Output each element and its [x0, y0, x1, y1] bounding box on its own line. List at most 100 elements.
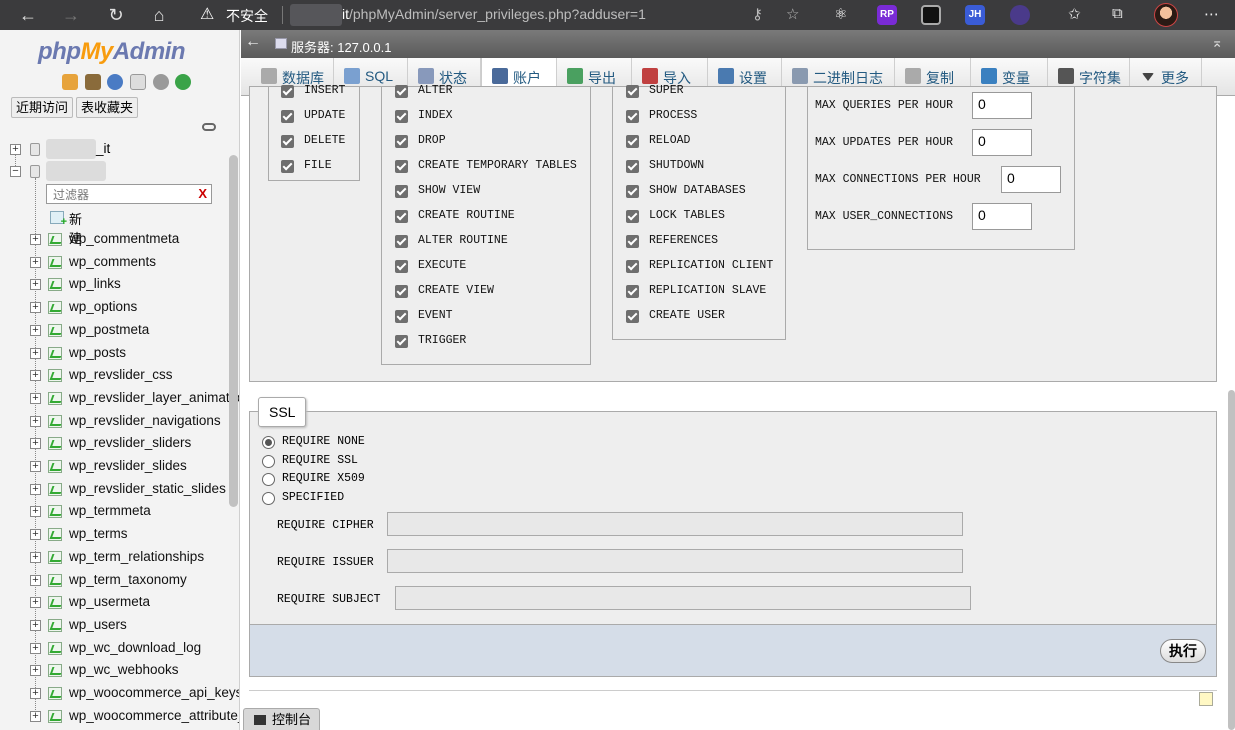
- checkbox[interactable]: [281, 85, 294, 98]
- docs-icon[interactable]: [129, 74, 146, 90]
- collapse-icon[interactable]: −: [10, 166, 21, 177]
- logout-icon[interactable]: [84, 74, 101, 90]
- url-text[interactable]: it/phpMyAdmin/server_privileges.php?addu…: [342, 6, 646, 22]
- expand-icon[interactable]: +: [30, 665, 41, 677]
- table-row[interactable]: + wp_woocommerce_attribute_taxonomies: [30, 707, 239, 727]
- console-tab[interactable]: 控制台: [243, 708, 321, 730]
- collapse-top-icon[interactable]: ⌅: [1211, 34, 1223, 51]
- table-row[interactable]: + wp_links: [30, 275, 230, 295]
- radio-button[interactable]: [262, 454, 275, 468]
- expand-icon[interactable]: +: [30, 688, 41, 699]
- rp-extension-icon[interactable]: RP: [877, 5, 897, 25]
- expand-icon[interactable]: +: [30, 302, 41, 314]
- table-row[interactable]: + wp_revslider_static_slides: [30, 480, 230, 500]
- radio-button[interactable]: [262, 473, 275, 486]
- checkbox[interactable]: [395, 260, 408, 273]
- checkbox[interactable]: [626, 135, 639, 148]
- checkbox[interactable]: [626, 285, 639, 298]
- favorites-tab[interactable]: 表收藏夹: [76, 97, 139, 118]
- require-subject-input[interactable]: [395, 586, 971, 610]
- limit-input[interactable]: 0: [972, 203, 1032, 230]
- table-row[interactable]: + wp_users: [30, 616, 230, 636]
- security-warning[interactable]: 不安全: [226, 6, 268, 26]
- expand-icon[interactable]: +: [30, 234, 41, 245]
- checkbox[interactable]: [626, 210, 639, 223]
- checkbox[interactable]: [626, 310, 639, 323]
- table-row[interactable]: + wp_woocommerce_api_keys: [30, 684, 239, 704]
- table-row[interactable]: + wp_wc_download_log: [30, 639, 230, 659]
- limit-input[interactable]: 0: [1001, 166, 1061, 193]
- radio-button[interactable]: [262, 436, 275, 449]
- collapse-nav-icon[interactable]: ←: [245, 33, 261, 53]
- checkbox[interactable]: [395, 235, 408, 248]
- collections-icon[interactable]: ⧉: [1112, 5, 1123, 22]
- table-row[interactable]: + wp_terms: [30, 525, 230, 545]
- expand-icon[interactable]: +: [30, 256, 41, 268]
- favorites-icon[interactable]: ✩: [1068, 5, 1081, 23]
- expand-icon[interactable]: +: [30, 483, 41, 495]
- go-button[interactable]: 执行: [1160, 639, 1206, 663]
- help-icon[interactable]: [107, 74, 124, 90]
- expand-icon[interactable]: +: [30, 619, 41, 631]
- table-row[interactable]: + wp_postmeta: [30, 321, 230, 341]
- reload-icon[interactable]: ↻: [105, 4, 127, 26]
- checkbox[interactable]: [395, 285, 408, 298]
- expand-icon[interactable]: +: [30, 574, 41, 586]
- limit-input[interactable]: 0: [972, 92, 1032, 119]
- expand-icon[interactable]: +: [30, 551, 41, 563]
- table-row[interactable]: + wp_term_taxonomy: [30, 571, 230, 591]
- phpmyadmin-logo[interactable]: phpMyAdmin: [38, 38, 186, 66]
- settings-gear-icon[interactable]: [152, 74, 169, 90]
- checkbox[interactable]: [395, 310, 408, 323]
- checkbox[interactable]: [281, 160, 294, 173]
- expand-icon[interactable]: +: [30, 370, 41, 382]
- expand-icon[interactable]: +: [30, 392, 41, 404]
- react-extension-icon[interactable]: ⚛: [834, 5, 847, 23]
- checkbox[interactable]: [281, 110, 294, 123]
- checkbox[interactable]: [626, 85, 639, 98]
- main-scrollbar[interactable]: [1228, 390, 1235, 730]
- checkbox[interactable]: [626, 185, 639, 198]
- table-row[interactable]: + wp_term_relationships: [30, 548, 230, 568]
- expand-icon[interactable]: +: [30, 279, 41, 291]
- require-issuer-input[interactable]: [387, 549, 963, 573]
- expand-icon[interactable]: +: [30, 506, 41, 518]
- link-icon[interactable]: [202, 123, 216, 131]
- server-label[interactable]: 服务器: 127.0.0.1: [291, 37, 391, 56]
- table-row[interactable]: + wp_posts: [30, 344, 230, 364]
- checkbox[interactable]: [395, 185, 408, 198]
- checkbox[interactable]: [395, 85, 408, 98]
- table-row[interactable]: + wp_commentmeta: [30, 230, 230, 250]
- profile-avatar[interactable]: [1154, 3, 1178, 27]
- qr-extension-icon[interactable]: [921, 5, 941, 25]
- radio-button[interactable]: [262, 491, 275, 505]
- expand-icon[interactable]: +: [30, 324, 41, 336]
- checkbox[interactable]: [395, 160, 408, 173]
- navigation-scrollbar[interactable]: [229, 155, 238, 507]
- table-filter-input[interactable]: 过滤器 X: [46, 184, 212, 204]
- checkbox[interactable]: [626, 110, 639, 123]
- table-row[interactable]: + wp_revslider_layer_animations: [30, 389, 239, 409]
- table-row[interactable]: + wp_termmeta: [30, 502, 230, 522]
- limit-input[interactable]: 0: [972, 129, 1032, 156]
- require-cipher-input[interactable]: [387, 512, 963, 536]
- expand-icon[interactable]: +: [30, 597, 41, 609]
- expand-icon[interactable]: +: [30, 347, 41, 359]
- expand-icon[interactable]: +: [30, 461, 41, 472]
- checkbox[interactable]: [281, 135, 294, 148]
- table-row[interactable]: + wp_wc_webhooks: [30, 661, 230, 681]
- expand-icon[interactable]: +: [30, 529, 41, 541]
- expand-icon[interactable]: +: [30, 642, 41, 654]
- expand-icon[interactable]: +: [30, 438, 41, 450]
- back-icon[interactable]: ←: [17, 4, 39, 26]
- key-icon[interactable]: ⚷: [752, 5, 763, 23]
- checkbox[interactable]: [395, 135, 408, 148]
- reload-nav-icon[interactable]: [175, 74, 192, 90]
- more-menu-icon[interactable]: ⋯: [1204, 5, 1219, 23]
- table-row[interactable]: + wp_options: [30, 298, 230, 318]
- table-row[interactable]: + wp_usermeta: [30, 593, 230, 613]
- checkbox[interactable]: [626, 260, 639, 273]
- table-row[interactable]: + wp_revslider_navigations: [30, 412, 230, 432]
- expand-icon[interactable]: +: [30, 710, 41, 722]
- home-icon[interactable]: ⌂: [148, 4, 170, 26]
